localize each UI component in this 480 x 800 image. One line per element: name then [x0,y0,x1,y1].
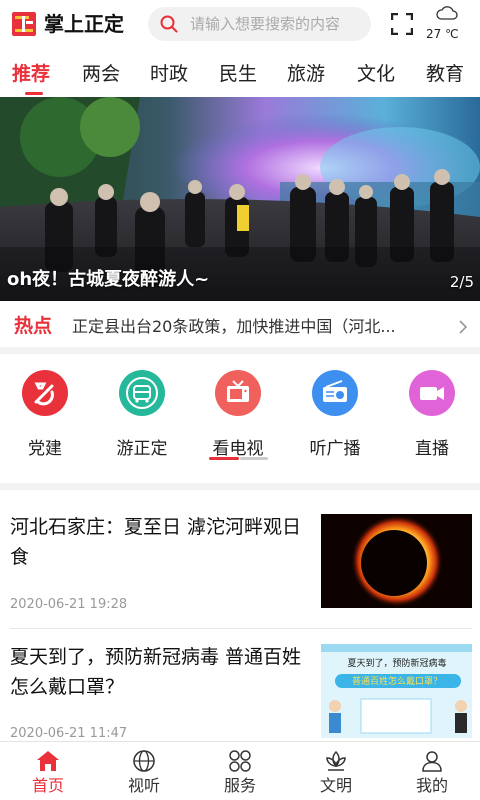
nav-label: 视听 [127,776,160,795]
nav-label: 我的 [415,776,448,795]
article-separator [10,628,472,629]
party-emblem-icon [34,382,54,406]
shortcut-label: 直播 [415,439,449,459]
hot-news-ticker[interactable]: 热点 正定县出台20条政策，加快推进中国（河北... [0,305,480,347]
shortcut-page-indicator-active [209,457,239,460]
tv-icon [227,380,249,402]
article-thumbnail[interactable]: 夏天到了，预防新冠病毒 普通百姓怎么戴口罩？ [321,644,472,738]
top-header: 掌上正定 请输入想要搜索的内容 27 ℃ [0,0,480,50]
person-icon [422,751,442,772]
video-camera-icon [420,387,444,400]
hot-news-headline[interactable]: 正定县出台20条政策，加快推进中国（河北... [72,317,447,337]
section-divider [0,347,480,354]
tab-culture[interactable]: 文化 [357,62,395,86]
app-title: 掌上正定 [44,12,124,36]
chevron-right-icon[interactable] [458,320,468,334]
bottom-navigation: 首页 视听 服务 文明 我的 [0,741,480,800]
shortcut-page-indicator [240,457,268,460]
search-placeholder: 请输入想要搜索的内容 [190,15,341,33]
nav-audio-video[interactable]: 视听 [96,742,192,800]
article-title[interactable]: 河北石家庄：夏至日 滹沱河畔观日食 [10,512,312,572]
shortcut-grid: 党建 游正定 看电视 听广播 直播 [0,357,480,475]
tab-travel[interactable]: 旅游 [287,62,325,86]
tour-bus-icon [126,377,158,409]
shortcut-icon-bg [409,370,455,416]
tab-two-sessions[interactable]: 两会 [82,62,120,86]
tab-education[interactable]: 教育 [426,62,464,86]
cloud-icon [436,6,458,20]
active-tab-indicator [25,92,43,95]
radio-icon [323,380,347,402]
banner-caption: oh夜！古城夏夜醉游人~ [7,269,210,290]
nav-civilization[interactable]: 文明 [288,742,384,800]
app-logo-icon [12,12,36,36]
shortcut-icon-bg [22,370,68,416]
tab-recommend[interactable]: 推荐 [12,62,50,86]
shortcut-label: 游正定 [116,439,168,459]
shortcut-icon-bg [215,370,261,416]
article-date: 2020-06-21 11:47 [10,726,128,741]
category-tabs: 推荐 两会 时政 民生 旅游 文化 教育 [0,52,480,96]
article-date: 2020-06-21 19:28 [10,597,128,612]
section-divider [0,483,480,490]
scan-icon[interactable] [391,13,413,35]
temperature-label: 27 ℃ [426,27,459,41]
home-icon [37,751,59,771]
nav-label: 首页 [31,776,64,795]
tab-livelihood[interactable]: 民生 [219,62,257,86]
shortcut-icon-bg [312,370,358,416]
banner-page-indicator: 2/5 [449,273,474,291]
tab-politics[interactable]: 时政 [150,62,188,86]
search-icon [160,15,178,33]
nav-label: 文明 [319,776,352,795]
search-bar[interactable]: 请输入想要搜索的内容 [148,7,371,41]
shortcut-icon-bg [119,370,165,416]
nav-home[interactable]: 首页 [0,742,96,800]
lotus-icon [326,750,346,771]
mask-poster-image: 夏天到了，预防新冠病毒 普通百姓怎么戴口罩？ [321,644,472,738]
poster-subheadline: 普通百姓怎么戴口罩？ [352,675,442,686]
poster-headline: 夏天到了，预防新冠病毒 [347,657,446,668]
globe-icon [133,750,155,772]
article-title[interactable]: 夏天到了，预防新冠病毒 普通百姓怎么戴口罩？ [10,642,312,702]
nav-label: 服务 [223,776,256,795]
article-item[interactable]: 河北石家庄：夏至日 滹沱河畔观日食 2020-06-21 19:28 [0,512,480,634]
shortcut-label: 听广播 [309,439,361,459]
banner-carousel[interactable]: oh夜！古城夏夜醉游人~ 2/5 [0,97,480,301]
grid-icon [229,750,251,772]
hot-news-label: 热点 [14,315,53,337]
nav-mine[interactable]: 我的 [384,742,480,800]
app-root: 掌上正定 请输入想要搜索的内容 27 ℃ 推荐 两会 时政 民生 旅游 文化 教… [0,0,480,800]
shortcut-label: 党建 [28,439,62,459]
article-thumbnail[interactable] [321,514,472,608]
solar-eclipse-image [321,514,472,608]
nav-services[interactable]: 服务 [192,742,288,800]
